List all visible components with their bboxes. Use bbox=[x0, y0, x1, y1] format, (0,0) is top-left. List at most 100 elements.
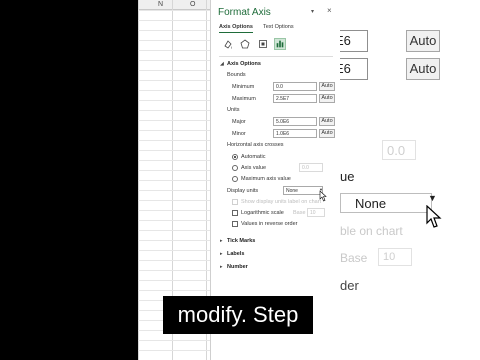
bg-ghost-base-label: Base bbox=[340, 251, 368, 265]
video-caption: modify. Step bbox=[163, 296, 313, 334]
automatic-label: Automatic bbox=[241, 154, 266, 160]
axis-value-input[interactable]: 0.0 bbox=[299, 163, 323, 172]
radio-automatic[interactable] bbox=[232, 154, 238, 160]
axis-value-label: Axis value bbox=[241, 165, 267, 171]
bg-major-field: E6 bbox=[340, 58, 368, 80]
log-base-label: Base bbox=[293, 210, 306, 216]
bg-cursor-icon bbox=[426, 205, 442, 228]
mouse-cursor-icon bbox=[319, 190, 327, 202]
row-gridline bbox=[138, 100, 210, 101]
row-gridline bbox=[138, 260, 210, 261]
row-gridline bbox=[138, 220, 210, 221]
close-icon[interactable]: × bbox=[327, 6, 332, 15]
major-label: Major bbox=[232, 119, 246, 125]
row-gridline bbox=[138, 180, 210, 181]
radio-axis-value[interactable] bbox=[232, 165, 238, 171]
expanded-chevron-icon[interactable]: ◢ bbox=[220, 61, 224, 67]
axis-crosses-heading: Horizontal axis crosses bbox=[227, 142, 284, 148]
row-gridline bbox=[138, 280, 210, 281]
fill-line-icon[interactable] bbox=[222, 38, 234, 50]
size-properties-icon[interactable] bbox=[257, 38, 269, 50]
bg-auto-button-2: Auto bbox=[406, 58, 440, 80]
bg-display-units-dropdown: None bbox=[340, 193, 432, 213]
collapsed-chevron-icon[interactable]: ▸ bbox=[220, 251, 223, 257]
row-gridline bbox=[138, 190, 210, 191]
minimum-auto-button[interactable]: Auto bbox=[319, 82, 335, 91]
row-gridline bbox=[138, 130, 210, 131]
column-header-o[interactable]: O bbox=[190, 1, 195, 8]
minor-label: Minor bbox=[232, 131, 246, 137]
row-gridline bbox=[138, 60, 210, 61]
row-gridline bbox=[138, 150, 210, 151]
major-auto-button[interactable]: Auto bbox=[319, 117, 335, 126]
row-gridline bbox=[138, 30, 210, 31]
row-gridline bbox=[138, 200, 210, 201]
row-gridline bbox=[138, 80, 210, 81]
row-gridline bbox=[138, 110, 210, 111]
reverse-order-label: Values in reverse order bbox=[241, 221, 298, 227]
row-gridline bbox=[138, 240, 210, 241]
section-labels[interactable]: Labels bbox=[227, 251, 244, 257]
display-units-label: Display units bbox=[227, 188, 259, 194]
maximum-label: Maximum bbox=[232, 96, 256, 102]
maximum-input[interactable]: 2.5E7 bbox=[273, 94, 317, 103]
row-gridline bbox=[138, 210, 210, 211]
major-input[interactable]: 5.0E6 bbox=[273, 117, 317, 126]
row-gridline bbox=[138, 340, 210, 341]
row-gridline bbox=[138, 50, 210, 51]
section-axis-options[interactable]: Axis Options bbox=[227, 61, 261, 67]
column-header-n[interactable]: N bbox=[158, 1, 163, 8]
bg-axis-value-field: 0.0 bbox=[382, 140, 416, 160]
tab-axis-options[interactable]: Axis Options bbox=[219, 24, 253, 30]
tab-text-options[interactable]: Text Options bbox=[263, 24, 294, 30]
minimum-label: Minimum bbox=[232, 84, 255, 90]
log-base-input[interactable]: 10 bbox=[307, 208, 325, 217]
row-gridline bbox=[138, 230, 210, 231]
pane-options-icon[interactable]: ▾ bbox=[311, 8, 314, 15]
divider bbox=[219, 56, 333, 57]
active-tab-indicator bbox=[219, 32, 253, 33]
row-gridline bbox=[138, 250, 210, 251]
row-gridline bbox=[138, 20, 210, 21]
bg-partial-label: ue bbox=[340, 169, 355, 184]
radio-maximum-axis-value[interactable] bbox=[232, 176, 238, 182]
row-gridline bbox=[138, 160, 210, 161]
maximum-auto-button[interactable]: Auto bbox=[319, 94, 335, 103]
row-gridline bbox=[138, 120, 210, 121]
display-units-dropdown[interactable]: None bbox=[283, 186, 323, 195]
row-gridline bbox=[138, 40, 210, 41]
row-gridline bbox=[138, 270, 210, 271]
logarithmic-label: Logarithmic scale bbox=[241, 210, 284, 216]
pane-title: Format Axis bbox=[218, 7, 271, 18]
axis-options-icon[interactable] bbox=[274, 38, 286, 50]
video-frame: N O E6 Auto E6 Auto 0.0 ue None ▼ ble on… bbox=[0, 0, 480, 360]
collapsed-chevron-icon[interactable]: ▸ bbox=[220, 264, 223, 270]
row-gridline bbox=[138, 350, 210, 351]
row-gridline bbox=[138, 140, 210, 141]
bg-dropdown-arrow-icon: ▼ bbox=[428, 193, 437, 203]
bg-partial-order: der bbox=[340, 278, 359, 293]
row-gridline bbox=[138, 290, 210, 291]
logarithmic-checkbox[interactable] bbox=[232, 210, 238, 216]
bg-maximum-field: E6 bbox=[340, 30, 368, 52]
bg-auto-button-1: Auto bbox=[406, 30, 440, 52]
effects-icon[interactable] bbox=[239, 38, 251, 50]
bounds-heading: Bounds bbox=[227, 72, 246, 78]
show-units-label-checkbox[interactable] bbox=[232, 199, 238, 205]
bg-ghost-base-field: 10 bbox=[378, 248, 412, 266]
bg-ghost-show-label: ble on chart bbox=[340, 224, 403, 238]
section-tick-marks[interactable]: Tick Marks bbox=[227, 238, 255, 244]
collapsed-chevron-icon[interactable]: ▸ bbox=[220, 238, 223, 244]
units-heading: Units bbox=[227, 107, 240, 113]
maximum-axis-value-label: Maximum axis value bbox=[241, 176, 291, 182]
reverse-order-checkbox[interactable] bbox=[232, 221, 238, 227]
row-gridline bbox=[138, 90, 210, 91]
column-header-row: N O bbox=[138, 0, 210, 10]
minimum-input[interactable]: 0.0 bbox=[273, 82, 317, 91]
minor-auto-button[interactable]: Auto bbox=[319, 129, 335, 138]
show-units-label: Show display units label on chart bbox=[241, 199, 322, 205]
row-gridline bbox=[138, 70, 210, 71]
background-zoomed-pane: E6 Auto E6 Auto 0.0 ue None ▼ ble on cha… bbox=[340, 0, 480, 360]
minor-input[interactable]: 1.0E6 bbox=[273, 129, 317, 138]
section-number[interactable]: Number bbox=[227, 264, 248, 270]
